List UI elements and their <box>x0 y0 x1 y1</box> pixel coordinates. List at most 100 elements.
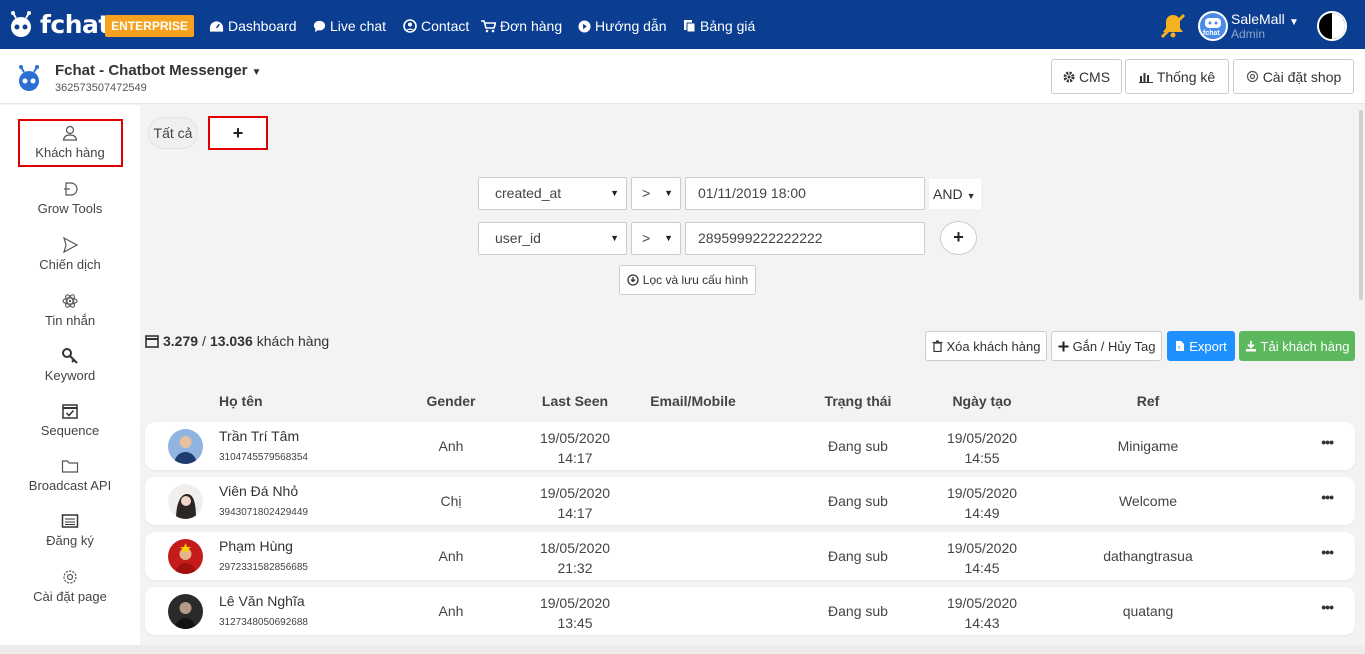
stats-button[interactable]: Thống kê <box>1125 59 1229 94</box>
sidebar-item-messages[interactable]: Tin nhắn <box>0 292 140 328</box>
filter-value-input-1[interactable]: 01/11/2019 18:00 <box>685 177 925 210</box>
nav-pricing-label: Bảng giá <box>700 18 756 34</box>
download-customers-button[interactable]: Tải khách hàng <box>1239 331 1355 361</box>
avatar <box>168 429 203 464</box>
last-seen: 19/05/2020 14:17 <box>525 483 625 523</box>
table-row[interactable]: Viên Đá Nhỏ 3943071802429449 Chị 19/05/2… <box>145 477 1355 525</box>
download-icon <box>1245 341 1256 352</box>
folder-icon <box>61 460 79 473</box>
gear-icon <box>1063 71 1075 82</box>
column-header-gender[interactable]: Gender <box>411 393 491 409</box>
sidebar-item-page-settings[interactable]: Cài đặt page <box>0 568 140 604</box>
customer-name[interactable]: Lê Văn Nghĩa <box>219 593 305 609</box>
sidebar-item-sequence[interactable]: Sequence <box>0 402 140 438</box>
nav-contact[interactable]: Contact <box>403 17 469 35</box>
column-header-name[interactable]: Họ tên <box>219 393 263 409</box>
customer-ref: dathangtrasua <box>1103 548 1193 564</box>
customer-ref: Welcome <box>1118 493 1178 509</box>
nav-pricing[interactable]: Bảng giá <box>683 17 755 35</box>
table-row[interactable]: Lê Văn Nghĩa 3127348050692688 Anh 19/05/… <box>145 587 1355 635</box>
nav-orders[interactable]: Đơn hàng <box>481 17 562 35</box>
user-avatar[interactable]: fchat <box>1198 11 1228 41</box>
created-time: 14:45 <box>964 560 1000 576</box>
filter-save-button[interactable]: Lọc và lưu cấu hình <box>619 265 756 295</box>
last-seen: 19/05/2020 14:17 <box>525 428 625 468</box>
tab-all[interactable]: Tất cả <box>148 117 198 149</box>
page-title: Fchat - Chatbot Messenger <box>55 62 248 79</box>
filter-value-input-2[interactable]: 2895999222222222 <box>685 222 925 255</box>
filter-operator-select-2[interactable]: > ▼ <box>631 222 681 255</box>
last-seen-time: 14:17 <box>557 450 593 466</box>
sidebar-item-grow-tools[interactable]: Grow Tools <box>0 180 140 216</box>
chat-bubble-icon <box>313 20 326 32</box>
customer-name[interactable]: Trần Trí Tâm <box>219 428 299 444</box>
logo-text: fchat <box>40 9 110 39</box>
gear-icon <box>63 570 77 584</box>
created-date: 19/05/2020 <box>946 430 1018 446</box>
grow-tools-icon <box>64 182 78 196</box>
cms-button[interactable]: CMS <box>1051 59 1122 94</box>
add-tab-button[interactable]: + <box>208 116 268 150</box>
avatar <box>168 594 203 629</box>
shop-settings-button[interactable]: Cài đặt shop <box>1233 59 1354 94</box>
user-menu-caret-icon[interactable]: ▼ <box>1289 17 1299 28</box>
customer-count: 3.279 / 13.036 khách hàng <box>145 333 329 349</box>
filter-join-select[interactable]: AND ▼ <box>929 179 981 209</box>
theme-toggle-icon[interactable] <box>1317 11 1347 41</box>
table-row[interactable]: Phạm Hùng 2972331582856685 Anh 18/05/202… <box>145 532 1355 580</box>
avatar <box>168 539 203 574</box>
table-row[interactable]: Trần Trí Tâm 3104745579568354 Anh 19/05/… <box>145 422 1355 470</box>
created-date: 19/05/2020 <box>946 595 1018 611</box>
filter-field-select-2[interactable]: user_id ▼ <box>478 222 627 255</box>
page-selector[interactable]: Fchat - Chatbot Messenger ▼ <box>55 62 261 79</box>
filter-operator-select-1[interactable]: > ▼ <box>631 177 681 210</box>
avatar <box>168 484 203 519</box>
user-name[interactable]: SaleMall <box>1231 11 1285 27</box>
column-header-ref[interactable]: Ref <box>1108 393 1188 409</box>
customer-name[interactable]: Phạm Hùng <box>219 538 293 554</box>
add-condition-button[interactable]: + <box>940 221 977 255</box>
more-options-icon[interactable]: ••• <box>1321 599 1334 615</box>
user-icon <box>62 125 78 141</box>
customer-gender: Chị <box>440 493 462 509</box>
sidebar-item-register[interactable]: Đăng ký <box>0 512 140 548</box>
more-options-icon[interactable]: ••• <box>1321 489 1334 505</box>
column-header-email[interactable]: Email/Mobile <box>643 393 743 409</box>
sidebar-item-customers[interactable]: Khách hàng <box>0 124 140 160</box>
sidebar-item-campaigns[interactable]: Chiến dịch <box>0 236 140 272</box>
customer-id: 3943071802429449 <box>219 507 308 518</box>
customer-name[interactable]: Viên Đá Nhỏ <box>219 483 298 499</box>
column-header-last-seen[interactable]: Last Seen <box>535 393 615 409</box>
customer-status: Đang sub <box>828 548 888 564</box>
column-header-created[interactable]: Ngày tạo <box>937 393 1027 409</box>
page-caret-icon: ▼ <box>251 67 262 78</box>
filter-field-select-1[interactable]: created_at ▼ <box>478 177 627 210</box>
bell-slash-icon[interactable] <box>1158 12 1188 43</box>
sidebar-item-keyword[interactable]: Keyword <box>0 347 140 383</box>
fchat-logo[interactable]: fchat <box>6 9 110 39</box>
contact-icon <box>403 19 417 33</box>
nav-guide[interactable]: Hướng dẫn <box>578 17 666 35</box>
atom-icon <box>62 294 78 308</box>
nav-dashboard[interactable]: Dashboard <box>209 17 297 35</box>
tag-button[interactable]: Gắn / Hủy Tag <box>1051 331 1162 361</box>
more-options-icon[interactable]: ••• <box>1321 544 1334 560</box>
export-button[interactable]: x Export <box>1167 331 1235 361</box>
scrollbar-thumb[interactable] <box>1359 110 1363 300</box>
last-seen-date: 19/05/2020 <box>539 430 611 446</box>
enterprise-badge: ENTERPRISE <box>105 15 194 37</box>
chevron-down-icon: ▼ <box>966 191 976 201</box>
more-options-icon[interactable]: ••• <box>1321 434 1334 450</box>
page-robot-icon <box>14 63 44 93</box>
sidebar-item-broadcast-api[interactable]: Broadcast API <box>0 457 140 493</box>
column-header-status[interactable]: Trạng thái <box>813 393 903 409</box>
filtered-count: 3.279 <box>163 333 199 349</box>
created-at: 19/05/2020 14:55 <box>932 428 1032 468</box>
created-time: 14:49 <box>964 505 1000 521</box>
nav-live-chat[interactable]: Live chat <box>313 17 386 35</box>
sidebar-item-label: Keyword <box>44 368 96 383</box>
robot-logo-icon <box>6 9 36 39</box>
delete-customers-button[interactable]: Xóa khách hàng <box>925 331 1047 361</box>
created-at: 19/05/2020 14:43 <box>932 593 1032 633</box>
page-header: Fchat - Chatbot Messenger ▼ 3625735074725… <box>0 49 1365 104</box>
